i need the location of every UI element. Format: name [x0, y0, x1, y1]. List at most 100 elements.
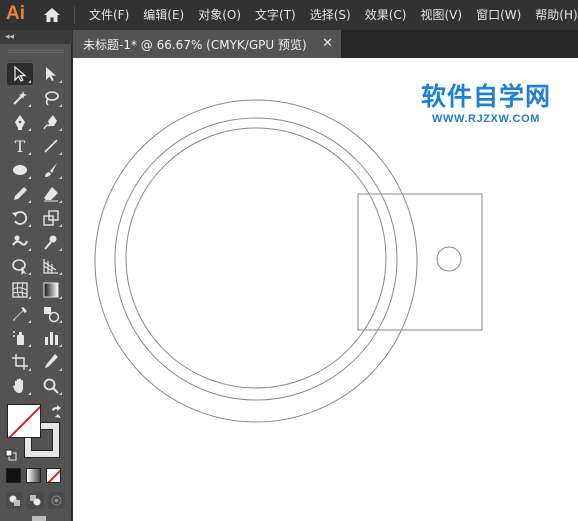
default-fill-stroke-button[interactable] [5, 446, 17, 461]
close-tab-icon[interactable]: ✕ [322, 37, 333, 51]
menu-object[interactable]: 对象(O) [191, 0, 248, 30]
eraser-tool[interactable] [38, 183, 64, 205]
direct-selection-tool[interactable] [38, 63, 64, 85]
zoom-icon [43, 378, 59, 394]
artboard-tool[interactable] [7, 351, 33, 373]
magic-wand-icon [13, 91, 27, 105]
menu-effect[interactable]: 效果(C) [358, 0, 414, 30]
menu-type[interactable]: 文字(T) [248, 0, 303, 30]
column-graph-tool[interactable] [38, 327, 64, 349]
magic-wand-tool[interactable] [7, 87, 33, 109]
gradient-button[interactable] [26, 468, 41, 483]
draw-behind-button[interactable] [27, 492, 44, 509]
draw-mode-buttons [6, 492, 65, 509]
puppet-warp-icon [44, 235, 57, 250]
line-segment-tool[interactable] [38, 135, 64, 157]
rotate-tool[interactable] [7, 207, 33, 229]
collapse-panel-button[interactable]: ◂◂ [5, 31, 14, 43]
draw-normal-button[interactable] [6, 492, 23, 509]
draw-inside-icon [51, 495, 62, 506]
swap-fill-stroke-button[interactable] [49, 404, 63, 418]
menu-file[interactable]: 文件(F) [82, 0, 136, 30]
rotate-icon [12, 211, 28, 225]
main-menu: 文件(F) 编辑(E) 对象(O) 文字(T) 选择(S) 效果(C) 视图(V… [82, 0, 578, 30]
perspective-grid-icon [43, 259, 58, 274]
watermark-url: WWW.RJZXW.COM [431, 113, 540, 125]
eyedropper-icon [13, 307, 27, 321]
draw-behind-icon [30, 495, 41, 506]
lasso-tool[interactable] [38, 87, 64, 109]
paintbrush-icon [45, 163, 57, 177]
none-slash-icon [47, 469, 60, 482]
curvature-icon [43, 115, 57, 130]
outer-circle[interactable] [94, 99, 418, 423]
small-circle[interactable] [436, 246, 462, 272]
draw-inside-button[interactable] [48, 492, 65, 509]
home-button[interactable] [42, 5, 62, 25]
symbol-sprayer-icon [13, 331, 24, 345]
ellipse-tool[interactable] [7, 159, 33, 181]
pencil-icon [14, 187, 27, 200]
menu-separator [74, 6, 75, 24]
menu-view[interactable]: 视图(V) [413, 0, 469, 30]
inner-circle[interactable] [125, 127, 387, 389]
pen-icon [15, 115, 25, 130]
zoom-tool[interactable] [38, 375, 64, 397]
mesh-icon [12, 282, 28, 298]
slice-tool[interactable] [38, 351, 64, 373]
default-colors-icon [5, 449, 17, 461]
warp-tool[interactable] [7, 231, 33, 253]
ellipse-icon [13, 165, 27, 175]
panel-grip[interactable] [8, 50, 64, 53]
mesh-tool[interactable] [7, 279, 33, 301]
hand-tool[interactable] [7, 375, 33, 397]
watermark: 软件自学网 WWW.RJZXW.COM [411, 82, 561, 126]
svg-text:T: T [15, 137, 26, 155]
home-icon [44, 8, 60, 22]
eyedropper-tool[interactable] [7, 303, 33, 325]
menu-window[interactable]: 窗口(W) [469, 0, 528, 30]
menu-help[interactable]: 帮助(H) [528, 0, 578, 30]
watermark-title: 软件自学网 [420, 82, 551, 111]
artboard-icon [12, 354, 28, 370]
selection-tool[interactable] [7, 63, 33, 85]
gradient-tool[interactable] [38, 279, 64, 301]
puppet-warp-tool[interactable] [38, 231, 64, 253]
document-tab-title: 未标题-1* @ 66.67% (CMYK/GPU 预览) [83, 37, 307, 52]
line-segment-icon [44, 139, 58, 153]
fill-swatch[interactable] [7, 404, 41, 438]
menu-bar: Ai 文件(F) 编辑(E) 对象(O) 文字(T) 选择(S) 效果(C) 视… [0, 0, 578, 30]
scale-tool[interactable] [38, 207, 64, 229]
document-tab-bar: 未标题-1* @ 66.67% (CMYK/GPU 预览) ✕ [73, 30, 578, 58]
menu-select[interactable]: 选择(S) [303, 0, 358, 30]
artboard-canvas[interactable]: 软件自学网 WWW.RJZXW.COM [73, 58, 578, 521]
curvature-tool[interactable] [38, 111, 64, 133]
middle-circle[interactable] [114, 117, 398, 401]
blend-tool[interactable] [38, 303, 64, 325]
direct-selection-icon [46, 67, 56, 81]
hand-icon [13, 378, 23, 393]
lasso-icon [45, 91, 59, 106]
paintbrush-tool[interactable] [38, 159, 64, 181]
blend-icon [44, 307, 60, 323]
none-fill-icon [8, 405, 40, 437]
screen-mode-button[interactable] [32, 516, 46, 521]
pen-tool[interactable] [7, 111, 33, 133]
eraser-icon [44, 187, 58, 202]
none-button[interactable] [46, 468, 61, 483]
menu-edit[interactable]: 编辑(E) [136, 0, 191, 30]
pencil-tool[interactable] [7, 183, 33, 205]
symbol-sprayer-tool[interactable] [7, 327, 33, 349]
color-button[interactable] [6, 468, 21, 483]
color-mode-buttons [6, 468, 61, 483]
shape-builder-tool[interactable] [7, 255, 33, 277]
document-tab[interactable]: 未标题-1* @ 66.67% (CMYK/GPU 预览) ✕ [73, 30, 341, 58]
shape-builder-icon [12, 259, 27, 275]
type-tool-icon: T [15, 137, 26, 155]
type-tool[interactable]: T [7, 135, 33, 157]
swap-arrows-icon [52, 405, 61, 418]
rectangle-shape[interactable] [357, 193, 483, 331]
draw-normal-icon [9, 495, 20, 506]
perspective-grid-tool[interactable] [38, 255, 64, 277]
warp-icon [12, 235, 28, 246]
